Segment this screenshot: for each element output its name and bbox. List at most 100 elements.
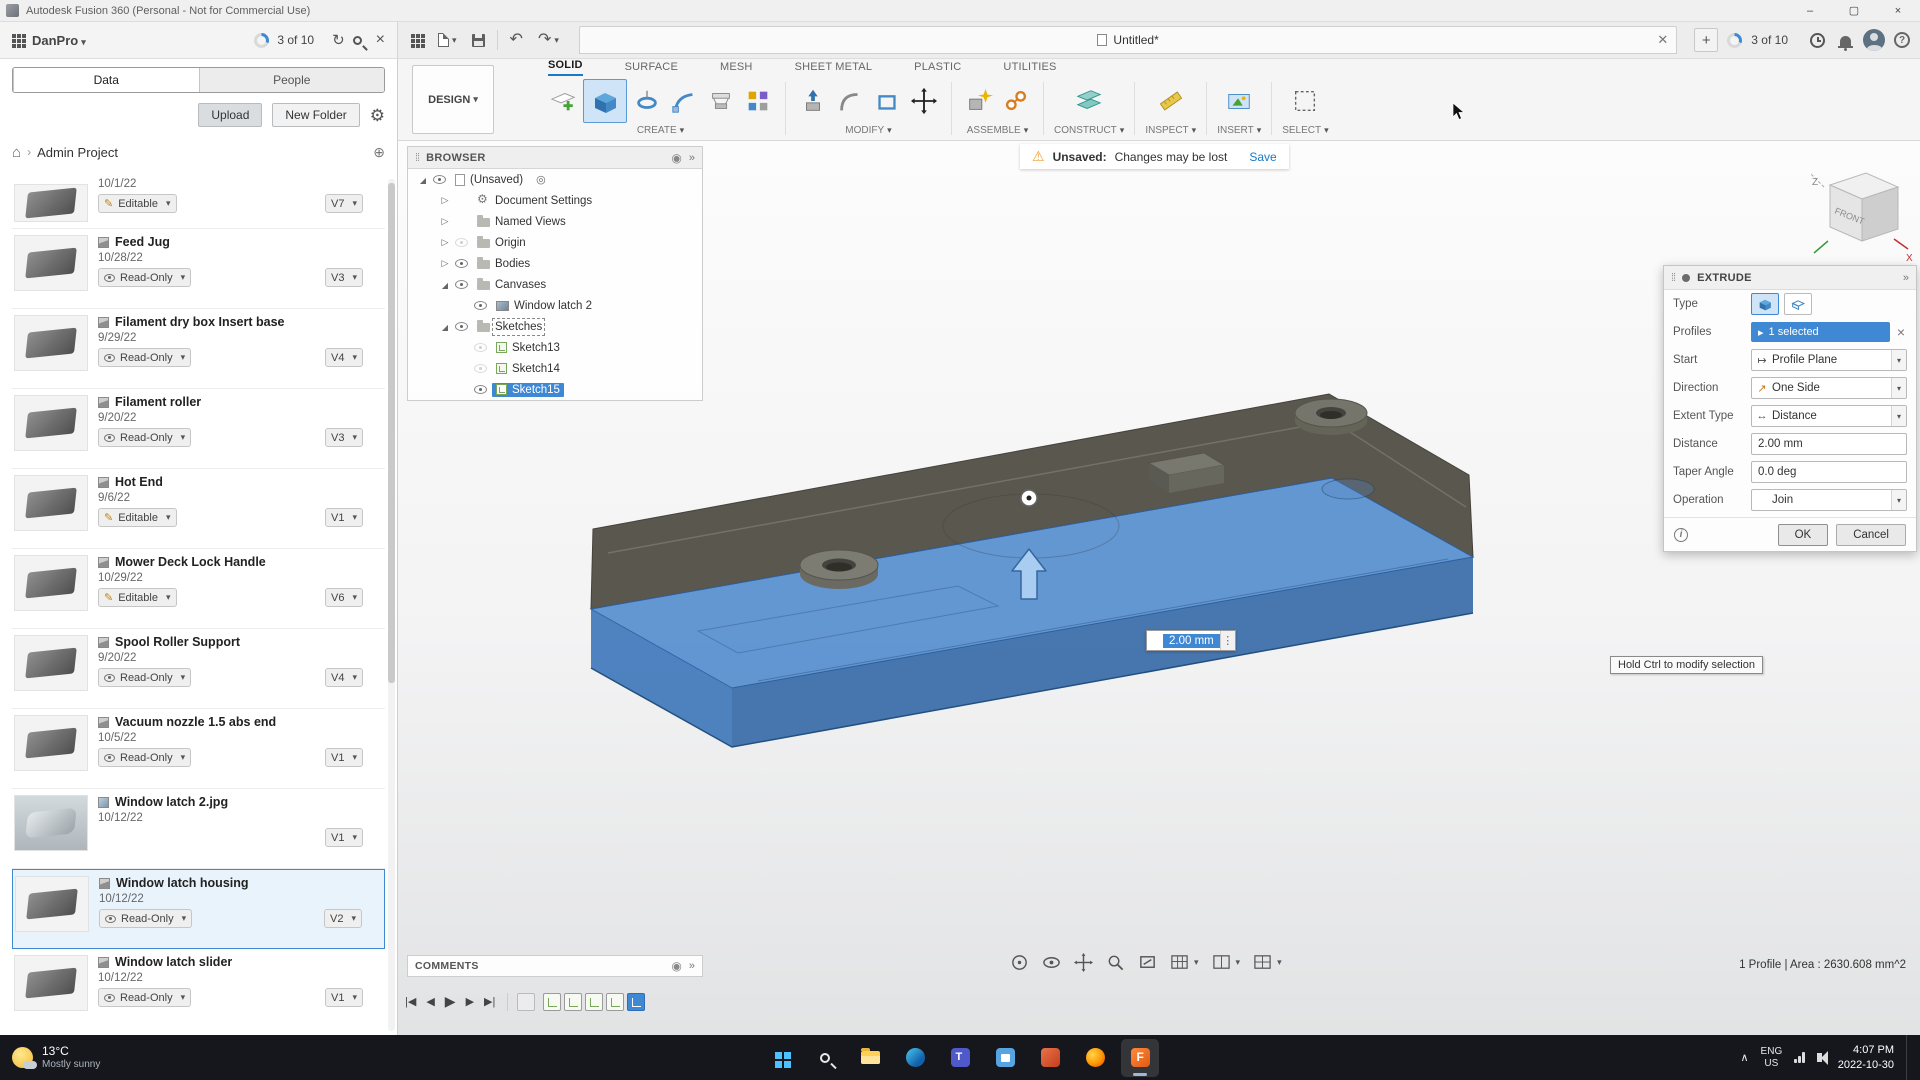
workspace-selector[interactable]: DESIGN	[412, 65, 494, 134]
scrollbar-thumb[interactable]	[388, 183, 395, 683]
operation-dropdown[interactable]: Join	[1751, 489, 1907, 511]
clear-selection-icon[interactable]: ×	[1895, 324, 1907, 340]
item-status-dropdown[interactable]: Read-Only	[98, 348, 191, 367]
browser-tree-row[interactable]: (Unsaved) ◎	[408, 169, 702, 190]
tree-expand-icon[interactable]	[440, 280, 450, 290]
volume-icon[interactable]	[1817, 1053, 1822, 1062]
item-status-dropdown[interactable]: Editable	[98, 194, 177, 213]
breadcrumb-project[interactable]: Admin Project	[37, 145, 118, 160]
item-thumbnail[interactable]	[14, 555, 88, 611]
item-thumbnail[interactable]	[14, 795, 88, 851]
browser-tree-row[interactable]: Sketch13 ◎	[408, 337, 702, 358]
taskbar-app-icon[interactable]	[806, 1039, 844, 1077]
distance-input[interactable]: 2.00 mm	[1751, 433, 1907, 455]
extrude-type-solid-icon[interactable]	[1751, 293, 1779, 315]
timeline-position-marker[interactable]	[517, 993, 535, 1011]
document-tab[interactable]: Untitled* ✕	[579, 26, 1677, 54]
item-status-dropdown[interactable]: Editable	[98, 588, 177, 607]
item-version-dropdown[interactable]: V4	[325, 668, 363, 687]
tree-node-label[interactable]: Window latch 2	[514, 300, 592, 312]
start-dropdown[interactable]: ↦ Profile Plane	[1751, 349, 1907, 371]
notifications-icon[interactable]	[1837, 27, 1854, 53]
ok-button[interactable]: OK	[1778, 524, 1829, 546]
item-version-dropdown[interactable]: V3	[325, 268, 363, 287]
pattern-icon[interactable]	[741, 82, 775, 120]
upload-button[interactable]: Upload	[198, 103, 262, 127]
history-icon[interactable]	[1807, 27, 1828, 53]
item-version-dropdown[interactable]: V1	[325, 748, 363, 767]
display-settings-icon[interactable]	[1253, 953, 1282, 972]
orbit-icon[interactable]	[1010, 953, 1029, 972]
show-desktop-strip[interactable]	[1906, 1035, 1910, 1080]
item-version-dropdown[interactable]: V3	[325, 428, 363, 447]
viewport-layout-icon[interactable]	[1212, 953, 1241, 972]
tree-node-label[interactable]: (Unsaved)	[470, 174, 523, 186]
taskbar-app-icon[interactable]	[1076, 1039, 1114, 1077]
window-control-button[interactable]: ▢	[1832, 0, 1876, 21]
visibility-eye-icon[interactable]	[455, 238, 468, 247]
direction-dropdown[interactable]: ↗ One Side	[1751, 377, 1907, 399]
ribbon-tab[interactable]: SURFACE	[625, 61, 678, 76]
home-icon[interactable]: ⌂	[12, 144, 21, 161]
tree-node-label[interactable]: Sketch13	[512, 342, 560, 354]
item-thumbnail[interactable]	[14, 395, 88, 451]
revolve-icon[interactable]	[630, 82, 664, 120]
user-avatar[interactable]	[1863, 29, 1885, 51]
fillet-icon[interactable]	[833, 82, 867, 120]
create-group-label[interactable]: CREATE	[637, 123, 684, 139]
fit-icon[interactable]	[1138, 953, 1157, 972]
item-thumbnail[interactable]	[14, 715, 88, 771]
item-status-dropdown[interactable]: Read-Only	[99, 909, 192, 928]
item-status-dropdown[interactable]: Read-Only	[98, 428, 191, 447]
taskbar-app-icon[interactable]	[896, 1039, 934, 1077]
item-version-dropdown[interactable]: V4	[325, 348, 363, 367]
tree-expand-icon[interactable]	[440, 216, 450, 227]
shell-icon[interactable]	[870, 82, 904, 120]
item-status-dropdown[interactable]: Read-Only	[98, 268, 191, 287]
item-version-dropdown[interactable]: V6	[325, 588, 363, 607]
show-data-panel-icon[interactable]	[408, 27, 426, 53]
profiles-selected-chip[interactable]: ▸1 selected	[1751, 322, 1890, 342]
look-at-icon[interactable]	[1042, 953, 1061, 972]
item-status-dropdown[interactable]: Read-Only	[98, 668, 191, 687]
item-status-dropdown[interactable]: Read-Only	[98, 988, 191, 1007]
tree-expand-icon[interactable]	[418, 175, 428, 185]
extent-type-dropdown[interactable]: ↔ Distance	[1751, 405, 1907, 427]
project-item-row[interactable]: Window latch 2.jpg 10/12/22 V1	[12, 789, 385, 869]
ribbon-tab[interactable]: MESH	[720, 61, 753, 76]
ribbon-tab[interactable]: PLASTIC	[914, 61, 961, 76]
3d-viewport[interactable]: ⁞⁞ BROWSER ◉ » (Unsaved)	[398, 141, 1920, 1035]
taskbar-app-icon[interactable]	[1031, 1039, 1069, 1077]
timeline-sketch-marker[interactable]	[606, 993, 624, 1011]
visibility-eye-icon[interactable]	[455, 322, 468, 331]
browser-header[interactable]: ⁞⁞ BROWSER ◉ »	[408, 147, 702, 169]
visibility-eye-icon[interactable]	[474, 301, 487, 310]
new-tab-button[interactable]: +	[1694, 28, 1718, 52]
data-panel-tab[interactable]: People	[199, 68, 385, 92]
dropdown-caret-icon[interactable]	[1891, 350, 1906, 370]
language-switcher[interactable]: ENG US	[1761, 1046, 1783, 1070]
tree-expand-icon[interactable]	[440, 258, 450, 269]
visibility-eye-icon[interactable]	[474, 385, 487, 394]
modify-group-label[interactable]: MODIFY	[845, 123, 891, 139]
input-options-icon[interactable]: ⋮	[1220, 631, 1235, 650]
project-item-row[interactable]: Window latch slider 10/12/22 Read-Only V…	[12, 949, 385, 1021]
browser-tree-row[interactable]: Canvases ◎	[408, 274, 702, 295]
viewport-distance-input[interactable]: 2.00 mm ⋮	[1146, 630, 1236, 651]
extrude-dialog-header[interactable]: ⁞⁞ EXTRUDE »	[1664, 266, 1916, 290]
taskbar-app-icon[interactable]	[986, 1039, 1024, 1077]
network-icon[interactable]	[1794, 1052, 1805, 1063]
ribbon-tab[interactable]: SHEET METAL	[795, 61, 873, 76]
tree-node-label[interactable]: Bodies	[495, 258, 530, 270]
browser-tree-row[interactable]: Sketch15 ◎	[408, 379, 702, 400]
pan-icon[interactable]	[1074, 953, 1093, 972]
drag-handle-icon[interactable]: ⁞⁞	[415, 152, 419, 164]
visibility-eye-icon[interactable]	[455, 280, 468, 289]
visibility-eye-icon[interactable]	[474, 364, 487, 373]
data-panel-tab[interactable]: Data	[13, 68, 199, 92]
project-item-row[interactable]: Hot End 9/6/22 Editable V1	[12, 469, 385, 549]
window-control-button[interactable]: ×	[1876, 0, 1920, 21]
item-version-dropdown[interactable]: V1	[325, 508, 363, 527]
view-cube[interactable]: Z FRONT X	[1802, 159, 1918, 269]
browser-tree-row[interactable]: Sketches ◎	[408, 316, 702, 337]
